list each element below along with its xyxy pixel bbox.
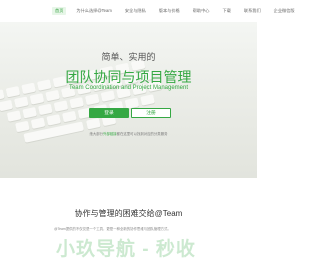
hero-subtitle: 简单、实用的 xyxy=(101,52,156,62)
section-description: @Team提供的不仅仅是一个工具，更是一种全新的协作思维与团队管理方式。 xyxy=(54,227,171,231)
nav-item-help[interactable]: 帮助中心 xyxy=(190,7,213,15)
nav-item-home[interactable]: 首页 xyxy=(52,6,67,16)
nav-item-contact[interactable]: 联系我们 xyxy=(241,7,264,15)
nav-item-download[interactable]: 下载 xyxy=(220,7,234,15)
hero-note-link[interactable]: 外部链接 xyxy=(103,132,117,136)
login-button[interactable]: 登录 xyxy=(89,108,129,118)
watermark-overlay: 小玖导航 - 秒收 xyxy=(56,239,196,260)
top-nav: 首页 为什么选择@Team 安全与隐私 版本与价格 帮助中心 下载 联系我们 企… xyxy=(0,0,295,22)
nav-item-security[interactable]: 安全与隐私 xyxy=(122,7,149,15)
hero-title: 团队协同与项目管理 xyxy=(65,69,192,85)
hero-note: 绝大部分外部链接都在这里可以找到对应的分类服务 xyxy=(0,131,257,136)
register-button[interactable]: 注册 xyxy=(131,108,171,118)
hero-banner: 简单、实用的 团队协同与项目管理 Team Coordination and P… xyxy=(0,22,257,178)
section-title: 协作与管理的困难交给@Team xyxy=(74,209,183,218)
nav-item-pricing[interactable]: 版本与价格 xyxy=(156,7,183,15)
hero-note-suffix: 都在这里可以找到对应的分类服务 xyxy=(116,132,168,136)
hero-english-tagline: Team Coordination and Project Management xyxy=(68,85,189,91)
nav-item-why-team[interactable]: 为什么选择@Team xyxy=(73,7,114,15)
hero-note-prefix: 绝大部分 xyxy=(89,132,104,136)
nav-item-wechat[interactable]: 企业微信版 xyxy=(271,7,298,15)
